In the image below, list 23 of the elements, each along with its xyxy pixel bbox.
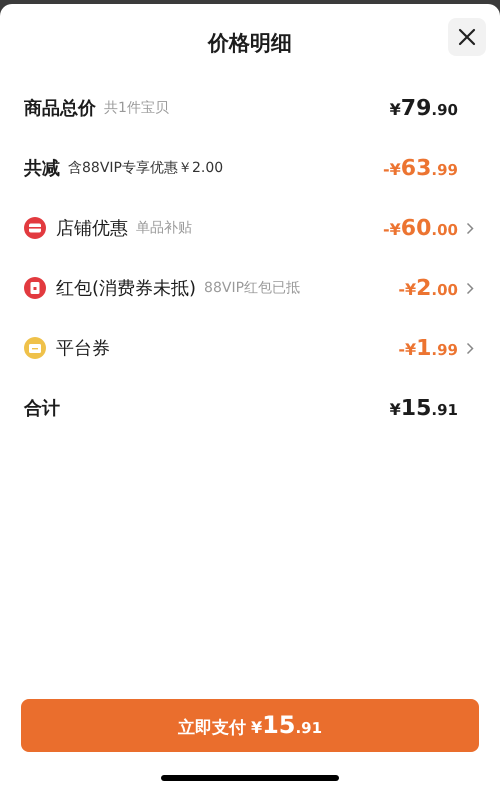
row-note: 单品补贴: [136, 219, 192, 237]
row-label: 平台券: [56, 337, 110, 360]
row-note: 共1件宝贝: [104, 99, 169, 117]
chevron-icon[interactable]: [466, 342, 474, 354]
amount: ¥79.90: [390, 96, 458, 120]
close-button[interactable]: [448, 18, 486, 56]
amount: -¥2.00: [398, 276, 458, 300]
amount: ¥15.91: [390, 396, 458, 420]
amount: -¥63.99: [383, 156, 458, 180]
row-note: 88VIP红包已抵: [204, 279, 300, 297]
chevron-icon[interactable]: [466, 282, 474, 294]
amount: -¥60.00: [383, 216, 458, 240]
sheet-title: 价格明细: [208, 30, 292, 57]
row-note: 含88VIP专享优惠￥2.00: [68, 159, 224, 177]
pay-button[interactable]: 立即支付 ¥15.91: [21, 699, 479, 752]
row-label: 红包(消费券未抵): [56, 277, 196, 300]
amount: -¥1.99: [398, 336, 458, 360]
row-label: 商品总价: [24, 97, 96, 120]
close-icon: [458, 28, 476, 46]
row-label: 合计: [24, 397, 60, 420]
chevron-icon[interactable]: [466, 222, 474, 234]
row-label: 店铺优惠: [56, 217, 128, 240]
row-label: 共减: [24, 157, 60, 180]
